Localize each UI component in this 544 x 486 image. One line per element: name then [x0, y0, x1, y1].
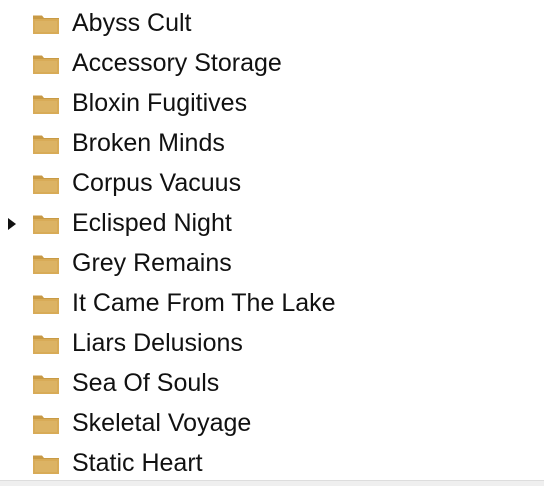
- triangle-right-icon[interactable]: [8, 218, 16, 230]
- folder-label: Broken Minds: [72, 129, 225, 157]
- folder-label: Eclisped Night: [72, 209, 232, 237]
- folder-label: Static Heart: [72, 449, 203, 477]
- folder-icon: [33, 55, 59, 74]
- folder-icon: [33, 215, 59, 234]
- folder-icon: [33, 415, 59, 434]
- folder-icon: [33, 375, 59, 394]
- folder-row-skeletal-voyage[interactable]: Skeletal Voyage: [0, 404, 544, 444]
- folder-row-abyss-cult[interactable]: Abyss Cult: [0, 4, 544, 44]
- folder-row-eclisped-night[interactable]: Eclisped Night: [0, 204, 544, 244]
- folder-label: Liars Delusions: [72, 329, 243, 357]
- folder-row-accessory-storage[interactable]: Accessory Storage: [0, 44, 544, 84]
- folder-icon: [33, 95, 59, 114]
- bottom-divider: [0, 480, 544, 486]
- folder-label: Sea Of Souls: [72, 369, 220, 397]
- folder-row-static-heart[interactable]: Static Heart: [0, 444, 544, 484]
- folder-icon: [33, 455, 59, 474]
- folder-icon: [33, 15, 59, 34]
- folder-label: Corpus Vacuus: [72, 169, 242, 197]
- folder-icon: [33, 175, 59, 194]
- folder-row-corpus-vacuus[interactable]: Corpus Vacuus: [0, 164, 544, 204]
- folder-row-it-came-from-the-lake[interactable]: It Came From The Lake: [0, 284, 544, 324]
- folder-row-grey-remains[interactable]: Grey Remains: [0, 244, 544, 284]
- folder-row-broken-minds[interactable]: Broken Minds: [0, 124, 544, 164]
- folder-label: Abyss Cult: [72, 9, 192, 37]
- folder-icon: [33, 255, 59, 274]
- folder-label: It Came From The Lake: [72, 289, 336, 317]
- folder-row-sea-of-souls[interactable]: Sea Of Souls: [0, 364, 544, 404]
- folder-icon: [33, 295, 59, 314]
- folder-row-liars-delusions[interactable]: Liars Delusions: [0, 324, 544, 364]
- folder-label: Accessory Storage: [72, 49, 282, 77]
- folder-icon: [33, 335, 59, 354]
- folder-icon: [33, 135, 59, 154]
- folder-label: Grey Remains: [72, 249, 232, 277]
- folder-label: Bloxin Fugitives: [72, 89, 248, 117]
- folder-label: Skeletal Voyage: [72, 409, 252, 437]
- folder-tree: Abyss Cult Accessory Storage Bloxin Fugi…: [0, 0, 544, 486]
- folder-row-bloxin-fugitives[interactable]: Bloxin Fugitives: [0, 84, 544, 124]
